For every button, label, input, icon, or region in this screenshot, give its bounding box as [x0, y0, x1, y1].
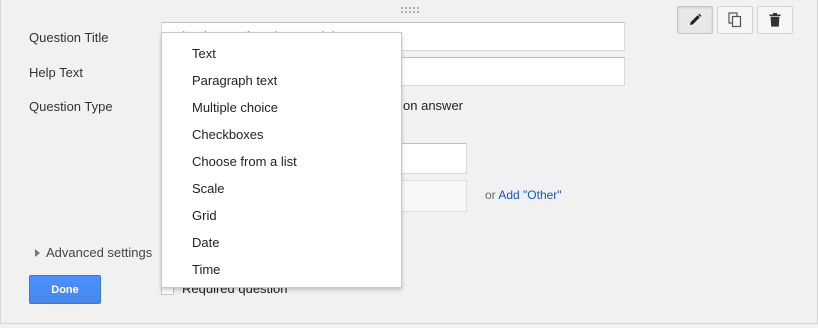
help-text-label: Help Text — [29, 65, 83, 80]
or-label: or — [485, 188, 496, 202]
done-button[interactable]: Done — [29, 275, 101, 304]
delete-button[interactable] — [757, 6, 793, 34]
duplicate-icon — [728, 12, 742, 28]
question-type-option-choose-from-list[interactable]: Choose from a list — [162, 148, 401, 175]
edit-button[interactable] — [677, 6, 713, 34]
question-type-option-paragraph-text[interactable]: Paragraph text — [162, 67, 401, 94]
trash-icon — [769, 13, 781, 27]
question-type-option-grid[interactable]: Grid — [162, 202, 401, 229]
add-other-link[interactable]: Add "Other" — [498, 188, 561, 202]
question-title-label: Question Title — [29, 30, 109, 45]
drag-handle-icon[interactable] — [401, 7, 419, 15]
advanced-settings-label: Advanced settings — [46, 245, 153, 260]
question-type-label: Question Type — [29, 99, 113, 114]
triangle-right-icon — [35, 248, 40, 257]
question-type-option-checkboxes[interactable]: Checkboxes — [162, 121, 401, 148]
question-type-option-text[interactable]: Text — [162, 40, 401, 67]
question-type-option-time[interactable]: Time — [162, 256, 401, 283]
question-editor-panel: Question Title Help Text Question Type G… — [0, 0, 818, 324]
question-type-option-scale[interactable]: Scale — [162, 175, 401, 202]
question-type-option-date[interactable]: Date — [162, 229, 401, 256]
advanced-settings-toggle[interactable]: Advanced settings — [35, 245, 152, 260]
add-other-row: or Add "Other" — [485, 188, 562, 202]
question-type-option-multiple-choice[interactable]: Multiple choice — [162, 94, 401, 121]
question-type-dropdown: Text Paragraph text Multiple choice Chec… — [161, 32, 402, 288]
duplicate-button[interactable] — [717, 6, 753, 34]
pencil-icon — [690, 13, 702, 25]
